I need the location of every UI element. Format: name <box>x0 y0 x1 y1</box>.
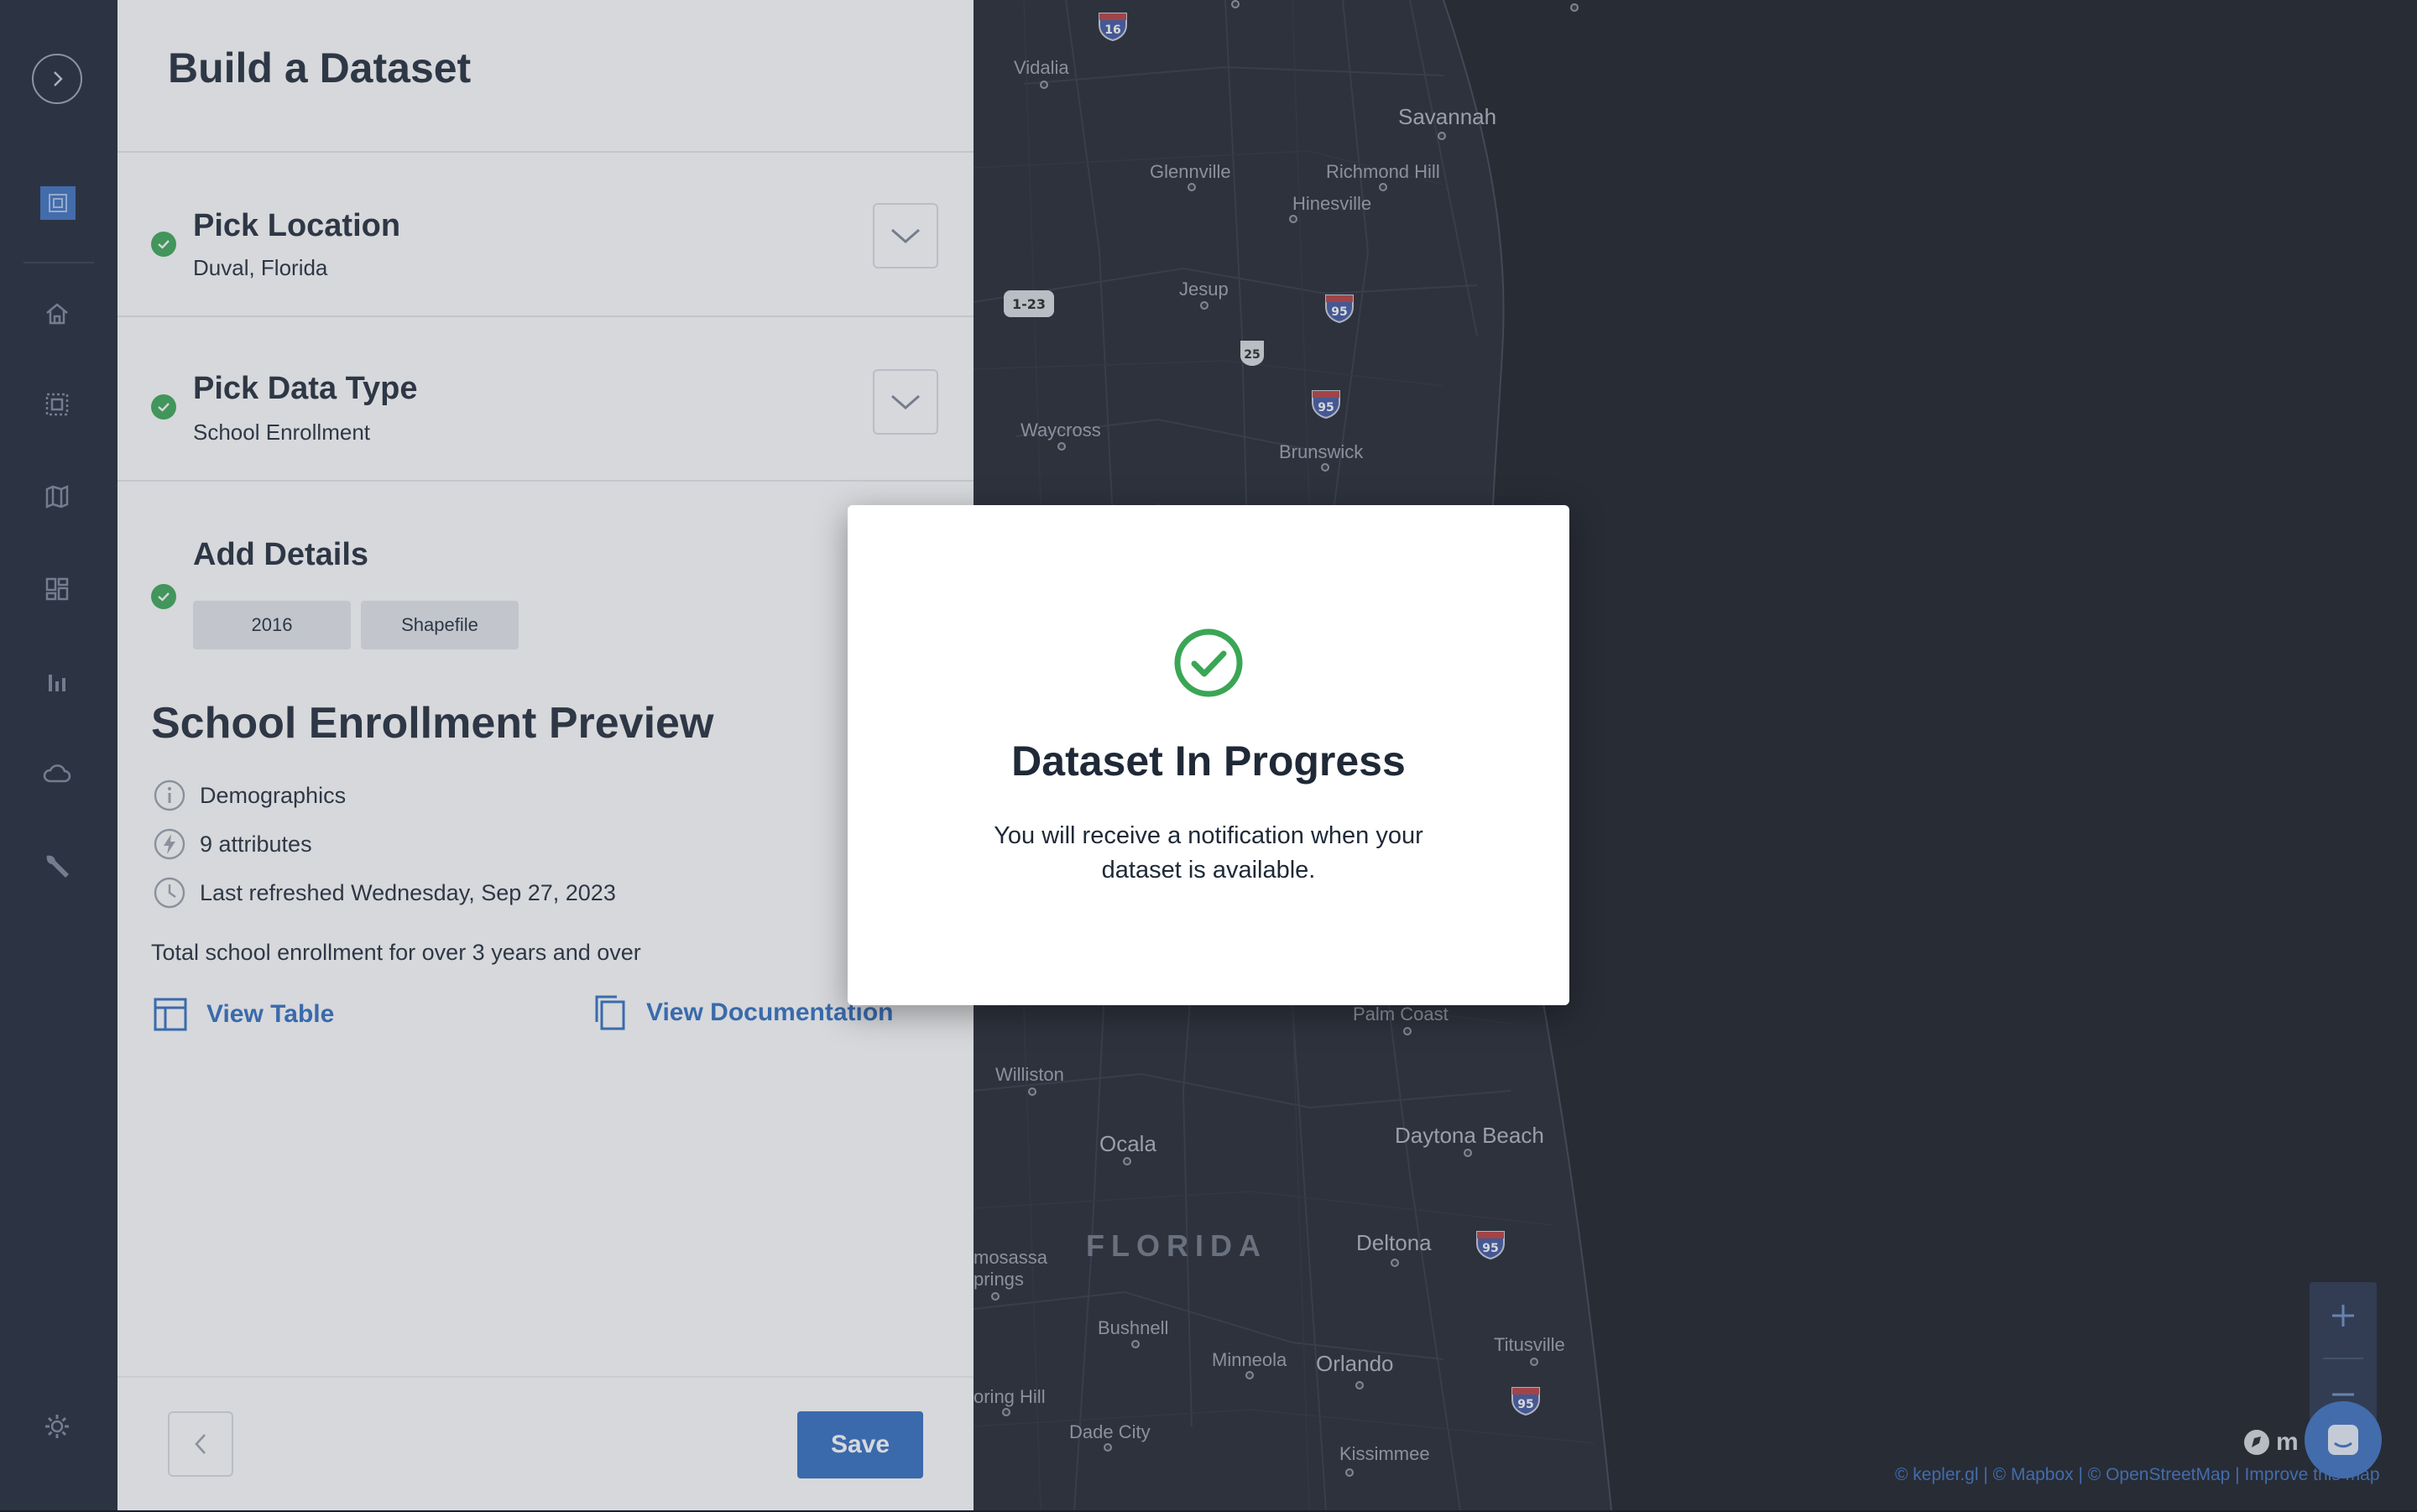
success-check-icon <box>1174 628 1243 697</box>
dataset-progress-modal: Dataset In Progress You will receive a n… <box>848 505 1569 1005</box>
modal-message: You will receive a notification when you… <box>994 822 1423 884</box>
modal-title: Dataset In Progress <box>1011 738 1406 785</box>
